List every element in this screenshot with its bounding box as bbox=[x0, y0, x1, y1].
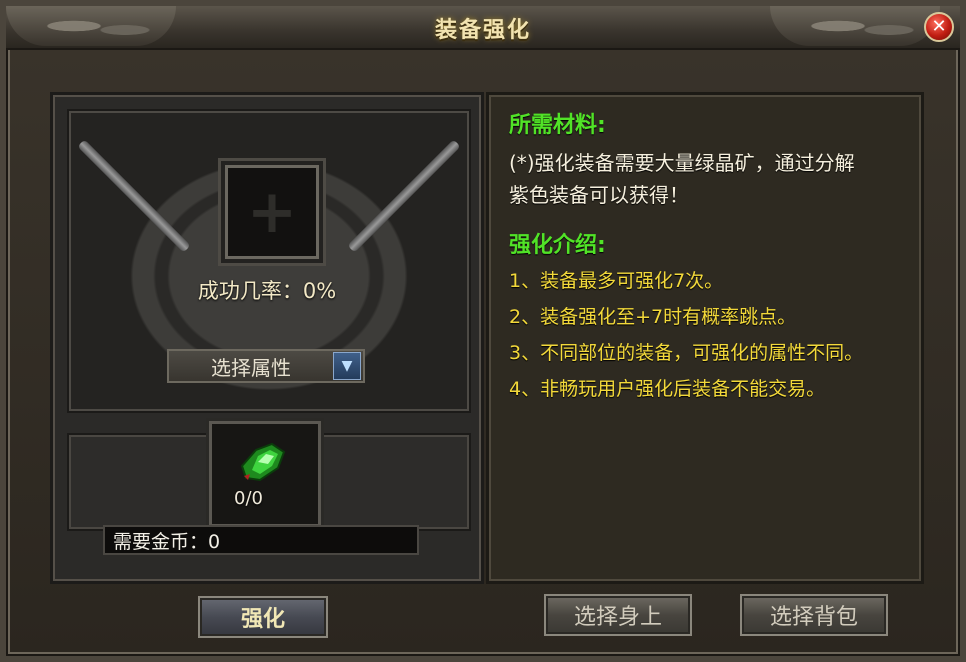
success-rate: 成功几率：0% bbox=[197, 279, 337, 303]
select-body-button[interactable]: 选择身上 bbox=[544, 594, 692, 636]
info-panel: 所需材料: (*)强化装备需要大量绿晶矿，通过分解 紫色装备可以获得！ 强化介绍… bbox=[486, 92, 924, 584]
strengthen-button[interactable]: 强化 bbox=[198, 596, 328, 638]
attribute-select-label: 选择属性 bbox=[211, 355, 291, 380]
attribute-select[interactable]: 选择属性 ▼ bbox=[167, 349, 365, 383]
plus-icon: + bbox=[246, 177, 298, 247]
intro-title: 强化介绍: bbox=[509, 233, 606, 258]
intro-list: 1、装备最多可强化7次。 2、装备强化至+7时有概率跳点。 3、不同部位的装备，… bbox=[509, 263, 919, 407]
close-button[interactable]: ✕ bbox=[924, 12, 954, 42]
materials-desc-line1: (*)强化装备需要大量绿晶矿，通过分解 bbox=[509, 151, 855, 175]
equipment-panel: + 成功几率：0% 选择属性 ▼ 0/0 需要金币：0 bbox=[50, 92, 484, 584]
green-crystal-icon bbox=[240, 442, 286, 482]
intro-item: 3、不同部位的装备，可强化的属性不同。 bbox=[509, 342, 864, 364]
intro-item: 4、非畅玩用户强化后装备不能交易。 bbox=[509, 378, 826, 400]
window-title: 装备强化 bbox=[434, 18, 531, 43]
materials-title: 所需材料: bbox=[509, 113, 606, 138]
equipment-slot[interactable]: + bbox=[225, 165, 319, 259]
intro-item: 2、装备强化至+7时有概率跳点。 bbox=[509, 306, 797, 328]
sword-ornament-left bbox=[77, 139, 191, 253]
chevron-down-icon[interactable]: ▼ bbox=[333, 352, 361, 380]
sword-ornament-right bbox=[347, 139, 461, 253]
title-bar: 装备强化 bbox=[6, 6, 960, 50]
material-count: 0/0 bbox=[234, 488, 263, 509]
intro-item: 1、装备最多可强化7次。 bbox=[509, 270, 724, 292]
gold-required: 需要金币：0 bbox=[103, 525, 419, 555]
materials-desc-line2: 紫色装备可以获得！ bbox=[509, 183, 689, 207]
close-icon: ✕ bbox=[931, 16, 947, 37]
material-slot[interactable]: 0/0 bbox=[209, 421, 321, 527]
select-bag-button[interactable]: 选择背包 bbox=[740, 594, 888, 636]
